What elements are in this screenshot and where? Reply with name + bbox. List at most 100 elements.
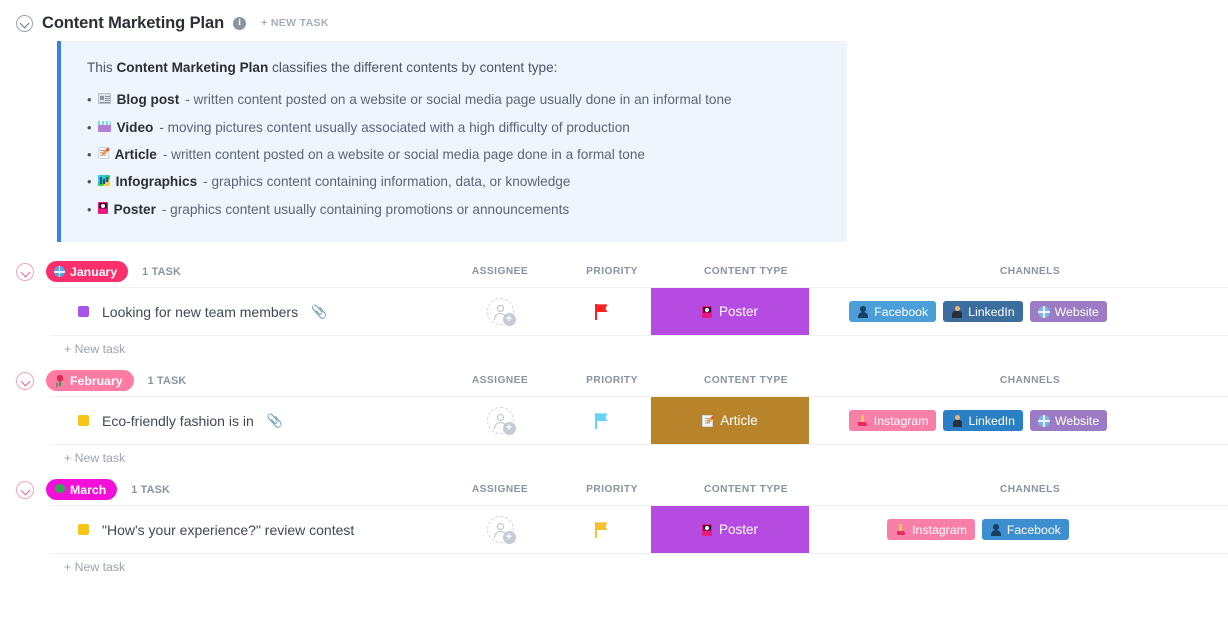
priority-cell[interactable]: [553, 288, 651, 335]
channel-tag-website[interactable]: Website: [1030, 410, 1107, 431]
add-assignee-button[interactable]: +: [487, 298, 514, 325]
paperclip-icon[interactable]: 📎: [311, 304, 327, 320]
avatar-head: [497, 523, 504, 530]
new-task-button[interactable]: + NEW TASK: [261, 17, 329, 29]
chevron-down-circle-icon[interactable]: [16, 15, 33, 32]
column-header-priority: PRIORITY: [563, 484, 661, 495]
list-item: • Poster - graphics content usually cont…: [87, 196, 823, 223]
article-memo-icon: [702, 415, 713, 427]
task-name-cell[interactable]: Eco-friendly fashion is in📎: [51, 413, 447, 429]
status-indicator[interactable]: [78, 306, 89, 317]
list-item: • Video - moving pictures content usuall…: [87, 114, 823, 141]
task-title: Looking for new team members: [102, 304, 298, 320]
status-indicator[interactable]: [78, 524, 89, 535]
channels-cell[interactable]: Instagram LinkedIn Website: [809, 397, 1139, 444]
boot-icon: [895, 524, 907, 536]
group-collapse-icon[interactable]: [16, 263, 34, 281]
legend-description: - graphics content usually containing pr…: [162, 201, 569, 219]
info-icon[interactable]: i: [233, 17, 246, 30]
task-groups: January 1 TASK ASSIGNEE PRIORITY CONTENT TYP…: [0, 242, 1228, 579]
content-type-chip[interactable]: Poster: [651, 506, 809, 553]
table-row[interactable]: Looking for new team members📎+PosterFace…: [51, 287, 1228, 336]
column-header-content-type: CONTENT TYPE: [667, 375, 825, 386]
infographics-chart-icon: [98, 175, 110, 186]
assignee-cell[interactable]: +: [447, 288, 553, 335]
channel-tag-instagram[interactable]: Instagram: [887, 519, 975, 540]
channel-label: LinkedIn: [968, 305, 1015, 319]
callout-lead-suffix: classifies the different contents by con…: [268, 60, 557, 75]
list-item: • Infographics - graphics content contai…: [87, 169, 823, 196]
businessman-icon: [951, 306, 963, 318]
group-header: March1 TASKASSIGNEEPRIORITYCONTENT TYPEC…: [0, 474, 1228, 505]
content-type-cell[interactable]: Poster: [651, 506, 809, 553]
status-indicator[interactable]: [78, 415, 89, 426]
paperclip-icon[interactable]: 📎: [267, 413, 283, 429]
globe-icon: [1038, 306, 1050, 318]
globe-icon: [1038, 415, 1050, 427]
blog-post-icon: [98, 93, 111, 104]
group-name: March: [70, 483, 106, 497]
rose-icon: [54, 375, 65, 386]
group-name: February: [70, 374, 123, 388]
page-header: Content Marketing Plan i + NEW TASK: [0, 0, 1228, 41]
column-header-content-type: CONTENT TYPE: [667, 484, 825, 495]
content-type-cell[interactable]: Poster: [651, 288, 809, 335]
group-header: January1 TASKASSIGNEEPRIORITYCONTENT TYP…: [0, 256, 1228, 287]
priority-flag-icon[interactable]: [595, 522, 610, 538]
callout-lead-prefix: This: [87, 60, 116, 75]
legend-term: Poster: [114, 201, 156, 219]
channel-tag-instagram[interactable]: Instagram: [849, 410, 937, 431]
column-header-assignee: ASSIGNEE: [447, 484, 553, 495]
group-badge-february[interactable]: February: [46, 370, 134, 391]
column-header-channels: CHANNELS: [865, 484, 1195, 495]
channels-cell[interactable]: Instagram Facebook: [809, 506, 1139, 553]
group-badge-january[interactable]: January: [46, 261, 128, 282]
priority-cell[interactable]: [553, 506, 651, 553]
priority-flag-icon[interactable]: [595, 413, 610, 429]
plus-icon: +: [503, 313, 516, 326]
channel-label: Instagram: [874, 414, 929, 428]
businessman-icon: [951, 415, 963, 427]
content-type-cell[interactable]: Article: [651, 397, 809, 444]
group-name: January: [70, 265, 117, 279]
channel-tag-facebook[interactable]: Facebook: [982, 519, 1069, 540]
task-group: February1 TASKASSIGNEEPRIORITYCONTENT TY…: [0, 365, 1228, 470]
bullet-icon: •: [87, 119, 92, 137]
add-new-task-row[interactable]: + New task: [51, 445, 1228, 470]
add-assignee-button[interactable]: +: [487, 407, 514, 434]
column-header-channels: CHANNELS: [865, 266, 1195, 277]
channel-tag-linkedin[interactable]: LinkedIn: [943, 410, 1023, 431]
table-row[interactable]: Eco-friendly fashion is in📎+ArticleInsta…: [51, 396, 1228, 445]
info-callout: This Content Marketing Plan classifies t…: [57, 41, 847, 242]
content-type-chip[interactable]: Poster: [651, 288, 809, 335]
assignee-cell[interactable]: +: [447, 397, 553, 444]
task-name-cell[interactable]: "How's your experience?" review contest: [51, 522, 447, 538]
task-name-cell[interactable]: Looking for new team members 📎: [51, 304, 447, 320]
tree-icon: [54, 484, 65, 495]
priority-flag-icon[interactable]: [595, 304, 610, 320]
video-clapper-icon: [98, 121, 111, 132]
add-assignee-button[interactable]: +: [487, 516, 514, 543]
channel-label: Website: [1055, 305, 1099, 319]
add-new-task-row[interactable]: + New task: [51, 554, 1228, 579]
group-collapse-icon[interactable]: [16, 481, 34, 499]
table-row[interactable]: "How's your experience?" review contest +…: [51, 505, 1228, 554]
plus-icon: +: [503, 531, 516, 544]
group-collapse-icon[interactable]: [16, 372, 34, 390]
avatar-head: [497, 414, 504, 421]
task-count: 1 TASK: [148, 375, 187, 387]
content-type-chip[interactable]: Article: [651, 397, 809, 444]
poster-frame-icon: [702, 524, 712, 536]
add-new-task-row[interactable]: + New task: [51, 336, 1228, 361]
assignee-cell[interactable]: +: [447, 506, 553, 553]
channel-tag-linkedin[interactable]: LinkedIn: [943, 301, 1023, 322]
channel-tag-facebook[interactable]: Facebook: [849, 301, 936, 322]
channels-cell[interactable]: Facebook LinkedIn Website: [809, 288, 1139, 335]
group-badge-march[interactable]: March: [46, 479, 117, 500]
bullet-icon: •: [87, 146, 92, 164]
task-group: January1 TASKASSIGNEEPRIORITYCONTENT TYP…: [0, 256, 1228, 361]
priority-cell[interactable]: [553, 397, 651, 444]
legend-term: Blog post: [117, 91, 180, 109]
channel-tag-website[interactable]: Website: [1030, 301, 1107, 322]
column-header-content-type: CONTENT TYPE: [667, 266, 825, 277]
